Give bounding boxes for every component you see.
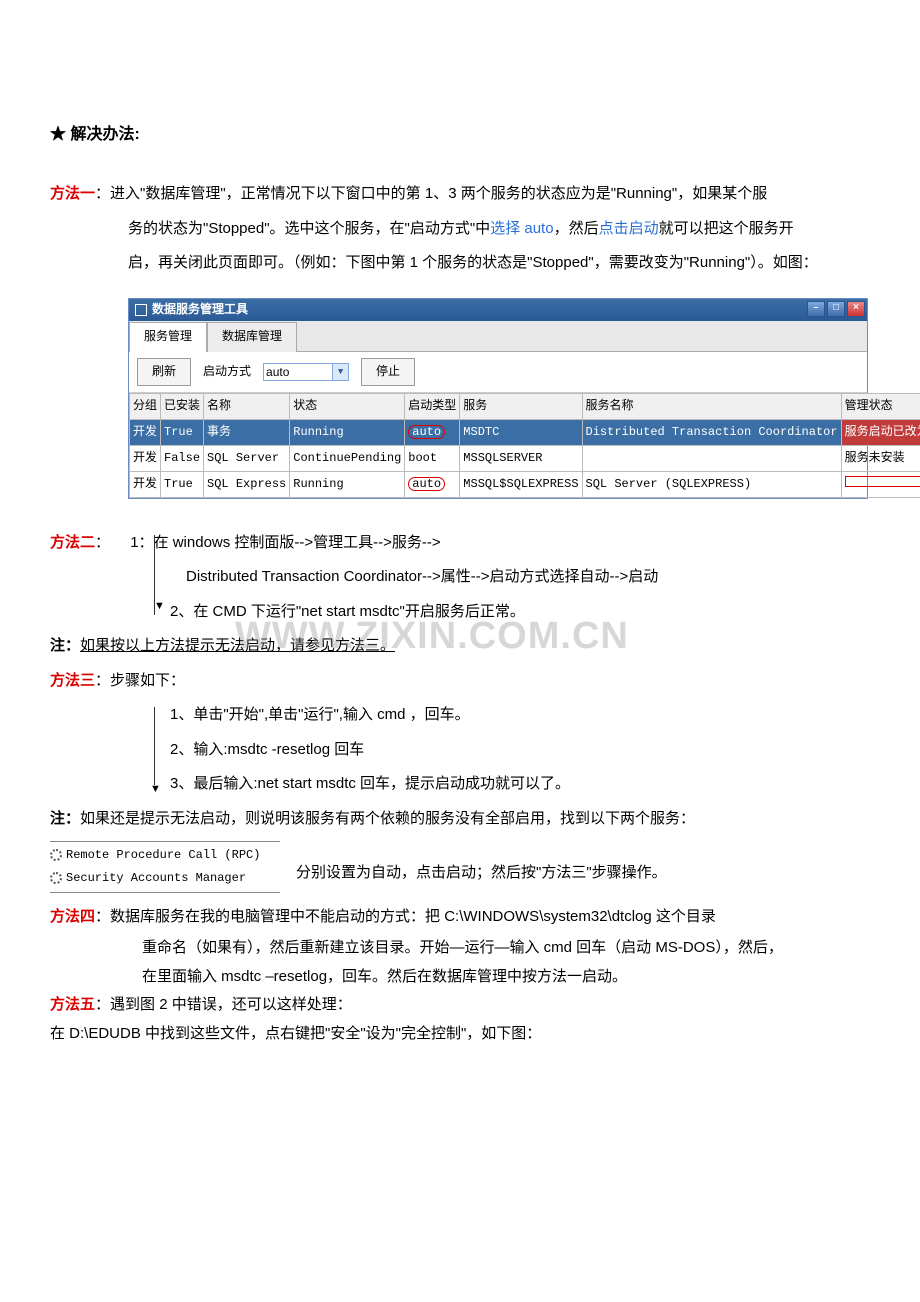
table-cell: 开发	[130, 471, 161, 497]
table-row[interactable]: 开发TrueSQL ExpressRunningauto MSSQL$SQLEXP…	[130, 471, 920, 497]
method2-line2: Distributed Transaction Coordinator-->属性…	[50, 563, 870, 592]
note1: 注：如果按以上方法提示无法启动，请参见方法三。	[50, 632, 870, 661]
table-cell: False	[161, 446, 204, 472]
table-cell: True	[161, 420, 204, 446]
method2-line3: ▼ 2、在 CMD 下运行"net start msdtc"开启服务后正常。	[50, 598, 870, 627]
highlighted-value: auto	[408, 477, 445, 491]
window-titlebar: 数据服务管理工具 – □ ×	[129, 299, 867, 321]
toolbar: 刷新 启动方式 ▼ 停止	[129, 352, 867, 394]
refresh-button[interactable]: 刷新	[137, 358, 191, 387]
method5-l2: 在 D:\EDUDB 中找到这些文件，点右键把"安全"设为"完全控制"，如下图：	[50, 1023, 870, 1046]
chevron-down-icon[interactable]: ▼	[333, 363, 349, 381]
table-cell: 开发	[130, 420, 161, 446]
table-row[interactable]: 开发True事务Runningauto MSDTCDistributed Tran…	[130, 420, 920, 446]
minimize-icon[interactable]: –	[807, 301, 825, 317]
table-header: 启动类型	[405, 394, 460, 420]
table-cell	[841, 471, 920, 497]
table-cell: True	[161, 471, 204, 497]
stop-button[interactable]: 停止	[361, 358, 415, 387]
method3-label: 方法三	[50, 672, 95, 689]
star-icon: ★	[50, 126, 66, 143]
close-icon[interactable]: ×	[847, 301, 865, 317]
method5-label: 方法五	[50, 996, 95, 1013]
svc-tail: 分别设置为自动，点击启动；然后按"方法三"步骤操作。	[280, 845, 667, 888]
method5-l1: 方法五：遇到图 2 中错误，还可以这样处理：	[50, 994, 870, 1017]
table-cell: SQL Express	[204, 471, 290, 497]
table-header: 分组	[130, 394, 161, 420]
method4-l1: 方法四：数据库服务在我的电脑管理中不能启动的方式：把 C:\WINDOWS\sy…	[50, 903, 870, 932]
blue-text-start: 点击启动	[599, 220, 659, 237]
table-cell: Running	[290, 420, 405, 446]
method3-l3: 3、最后输入:net start msdtc 回车，提示启动成功就可以了。	[50, 770, 870, 799]
method3-intro: 方法三：步骤如下：	[50, 667, 870, 696]
start-mode-combo[interactable]: ▼	[263, 363, 349, 381]
highlighted-value: auto	[408, 425, 445, 439]
table-row[interactable]: 开发FalseSQL ServerContinuePendingbootMSSQ…	[130, 446, 920, 472]
table-cell: SQL Server (SQLEXPRESS)	[582, 471, 841, 497]
method4-l3: 在里面输入 msdtc –resetlog，回车。然后在数据库管理中按方法一启动…	[50, 966, 870, 989]
table-cell: MSDTC	[460, 420, 582, 446]
table-cell: auto	[405, 420, 460, 446]
method4-label: 方法四	[50, 908, 95, 925]
gear-icon	[50, 849, 62, 861]
method3-l2: 2、输入:msdtc -resetlog 回车	[50, 736, 870, 765]
gear-icon	[50, 872, 62, 884]
method1-label: 方法一	[50, 185, 95, 202]
method1-line2: 务的状态为"Stopped"。选中这个服务，在"启动方式"中选择 auto，然后…	[50, 215, 870, 244]
note1-text: 如果按以上方法提示无法启动，请参见方法三。	[80, 637, 395, 654]
arrow-down-icon: ▼	[154, 596, 165, 617]
table-cell: auto	[405, 471, 460, 497]
service-table: 分组已安装名称状态启动类型服务服务名称管理状态说 开发True事务Running…	[129, 393, 920, 497]
table-cell	[582, 446, 841, 472]
maximize-icon[interactable]: □	[827, 301, 845, 317]
blue-text-auto: 选择 auto	[490, 220, 553, 237]
table-cell: boot	[405, 446, 460, 472]
table-cell: 开发	[130, 446, 161, 472]
title-text: 解决办法:	[70, 126, 139, 143]
table-cell: MSSQL$SQLEXPRESS	[460, 471, 582, 497]
table-header: 名称	[204, 394, 290, 420]
tab-bar: 服务管理 数据库管理	[129, 321, 867, 352]
table-cell: MSSQLSERVER	[460, 446, 582, 472]
note2: 注：如果还是提示无法启动，则说明该服务有两个依赖的服务没有全部启用，找到以下两个…	[50, 805, 870, 834]
db-tool-window: 数据服务管理工具 – □ × 服务管理 数据库管理 刷新 启动方式 ▼ 停止 分…	[128, 298, 868, 499]
table-cell: 服务启动已改为:auto	[841, 420, 920, 446]
svc-sam: Security Accounts Manager	[66, 871, 246, 885]
method2-label: 方法二	[50, 534, 95, 551]
start-mode-label: 启动方式	[203, 361, 251, 384]
start-mode-input[interactable]	[263, 363, 333, 381]
table-cell: 事务	[204, 420, 290, 446]
table-header: 服务	[460, 394, 582, 420]
table-cell: ContinuePending	[290, 446, 405, 472]
method3-l1: 1、单击"开始",单击"运行",输入 cmd ，回车。	[50, 701, 870, 730]
table-cell: Running	[290, 471, 405, 497]
tab-db-mgmt[interactable]: 数据库管理	[207, 322, 297, 352]
table-header: 管理状态	[841, 394, 920, 420]
app-icon	[135, 304, 147, 316]
table-cell: Distributed Transaction Coordinator	[582, 420, 841, 446]
table-header: 已安装	[161, 394, 204, 420]
method1-line1: 方法一：进入"数据库管理"，正常情况下以下窗口中的第 1、3 两个服务的状态应为…	[50, 180, 870, 209]
svc-rpc: Remote Procedure Call (RPC)	[66, 848, 260, 862]
table-header: 服务名称	[582, 394, 841, 420]
method4-l2: 重命名（如果有），然后重新建立该目录。开始—运行—输入 cmd 回车（启动 MS…	[50, 937, 870, 960]
window-title-text: 数据服务管理工具	[152, 299, 248, 322]
arrow-down-icon-2: ▼	[150, 779, 161, 800]
method2-line1: 方法二： 1：在 windows 控制面版-->管理工具-->服务-->	[50, 529, 870, 558]
table-header: 状态	[290, 394, 405, 420]
table-cell: SQL Server	[204, 446, 290, 472]
note1-label: 注：	[50, 637, 80, 654]
dependency-services: Remote Procedure Call (RPC) Security Acc…	[50, 841, 280, 893]
method1-line3: 启，再关闭此页面即可。（例如：下图中第 1 个服务的状态是"Stopped"，需…	[50, 249, 870, 278]
note2-label: 注：	[50, 810, 80, 827]
note2-text: 如果还是提示无法启动，则说明该服务有两个依赖的服务没有全部启用，找到以下两个服务…	[80, 810, 695, 827]
tab-service-mgmt[interactable]: 服务管理	[129, 322, 207, 352]
section-title: ★ 解决办法:	[50, 120, 870, 150]
bracket-line-2	[154, 707, 155, 785]
table-cell: 服务未安装	[841, 446, 920, 472]
